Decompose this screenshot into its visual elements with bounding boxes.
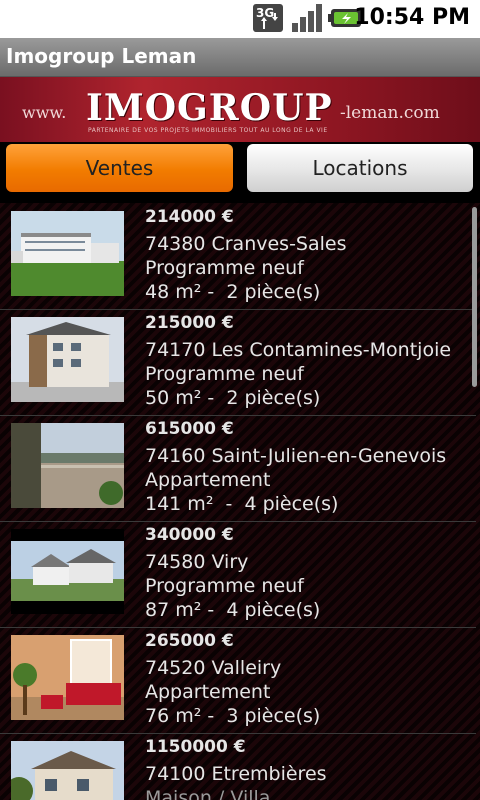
list-scrollbar[interactable] bbox=[472, 207, 477, 387]
clock: 10:54 PM bbox=[354, 5, 470, 30]
listing-type: Programme neuf bbox=[145, 363, 304, 385]
list-item[interactable]: 215000 € 74170 Les Contamines-Montjoie P… bbox=[0, 309, 476, 416]
listing-price: 265000 € bbox=[145, 631, 234, 651]
3g-data-icon: 3G bbox=[253, 4, 283, 32]
brand-logo: IMOGROUP bbox=[86, 87, 333, 129]
listing-city: 74380 Cranves-Sales bbox=[145, 233, 347, 255]
listing-city: 74580 Viry bbox=[145, 551, 249, 573]
listing-price: 214000 € bbox=[145, 207, 234, 227]
banner-suffix: -leman.com bbox=[340, 103, 440, 123]
tab-locations[interactable]: Locations bbox=[247, 144, 473, 192]
listing-city: 74520 Valleiry bbox=[145, 657, 282, 679]
terrace-view-photo bbox=[11, 423, 124, 508]
app-title: Imogroup Leman bbox=[6, 44, 197, 68]
svg-text:3G: 3G bbox=[256, 6, 274, 20]
list-item[interactable]: 214000 € 74380 Cranves-Sales Programme n… bbox=[0, 203, 476, 310]
chalet-building-photo bbox=[11, 317, 124, 402]
list-item[interactable]: 615000 € 74160 Saint-Julien-en-Genevois … bbox=[0, 415, 476, 522]
listing-details: 76 m² - 3 pièce(s) bbox=[145, 705, 321, 727]
listing-type: Maison / Villa bbox=[145, 787, 271, 800]
residential-houses-photo bbox=[11, 529, 124, 614]
tab-locations-label: Locations bbox=[312, 156, 408, 180]
banner-tagline: PARTENAIRE DE VOS PROJETS IMMOBILIERS TO… bbox=[88, 127, 328, 134]
status-bar: 3G 10:54 PM bbox=[0, 0, 480, 38]
listing-price: 1150000 € bbox=[145, 737, 246, 757]
app-title-bar: Imogroup Leman bbox=[0, 38, 480, 77]
house-exterior-photo bbox=[11, 741, 124, 800]
listing-type: Programme neuf bbox=[145, 575, 304, 597]
listing-details: 141 m² - 4 pièce(s) bbox=[145, 493, 339, 515]
tab-ventes[interactable]: Ventes bbox=[6, 144, 233, 192]
tab-ventes-label: Ventes bbox=[85, 156, 154, 180]
listing-details: 50 m² - 2 pièce(s) bbox=[145, 387, 321, 409]
listing-details: 87 m² - 4 pièce(s) bbox=[145, 599, 321, 621]
modern-apartment-building-photo bbox=[11, 211, 124, 296]
banner-prefix: www. bbox=[22, 103, 67, 122]
signal-bars-icon bbox=[292, 4, 322, 32]
list-item[interactable]: 265000 € 74520 Valleiry Appartement 76 m… bbox=[0, 627, 476, 734]
list-item[interactable]: 340000 € 74580 Viry Programme neuf 87 m²… bbox=[0, 521, 476, 628]
listing-price: 215000 € bbox=[145, 313, 234, 333]
listing-price: 340000 € bbox=[145, 525, 234, 545]
listing-type: Programme neuf bbox=[145, 257, 304, 279]
list-item[interactable]: 1150000 € 74100 Etrembières Maison / Vil… bbox=[0, 733, 476, 800]
living-room-photo bbox=[11, 635, 124, 720]
brand-banner: www. IMOGROUP -leman.com PARTENAIRE DE V… bbox=[0, 77, 480, 142]
listing-details: 48 m² - 2 pièce(s) bbox=[145, 281, 321, 303]
listing-city: 74170 Les Contamines-Montjoie bbox=[145, 339, 452, 361]
listing-city: 74100 Etrembières bbox=[145, 763, 327, 785]
listing-list[interactable]: 214000 € 74380 Cranves-Sales Programme n… bbox=[0, 203, 480, 800]
category-tabs: Ventes Locations bbox=[0, 142, 480, 202]
listing-city: 74160 Saint-Julien-en-Genevois bbox=[145, 445, 447, 467]
listing-type: Appartement bbox=[145, 681, 271, 703]
listing-price: 615000 € bbox=[145, 419, 234, 439]
listing-type: Appartement bbox=[145, 469, 271, 491]
